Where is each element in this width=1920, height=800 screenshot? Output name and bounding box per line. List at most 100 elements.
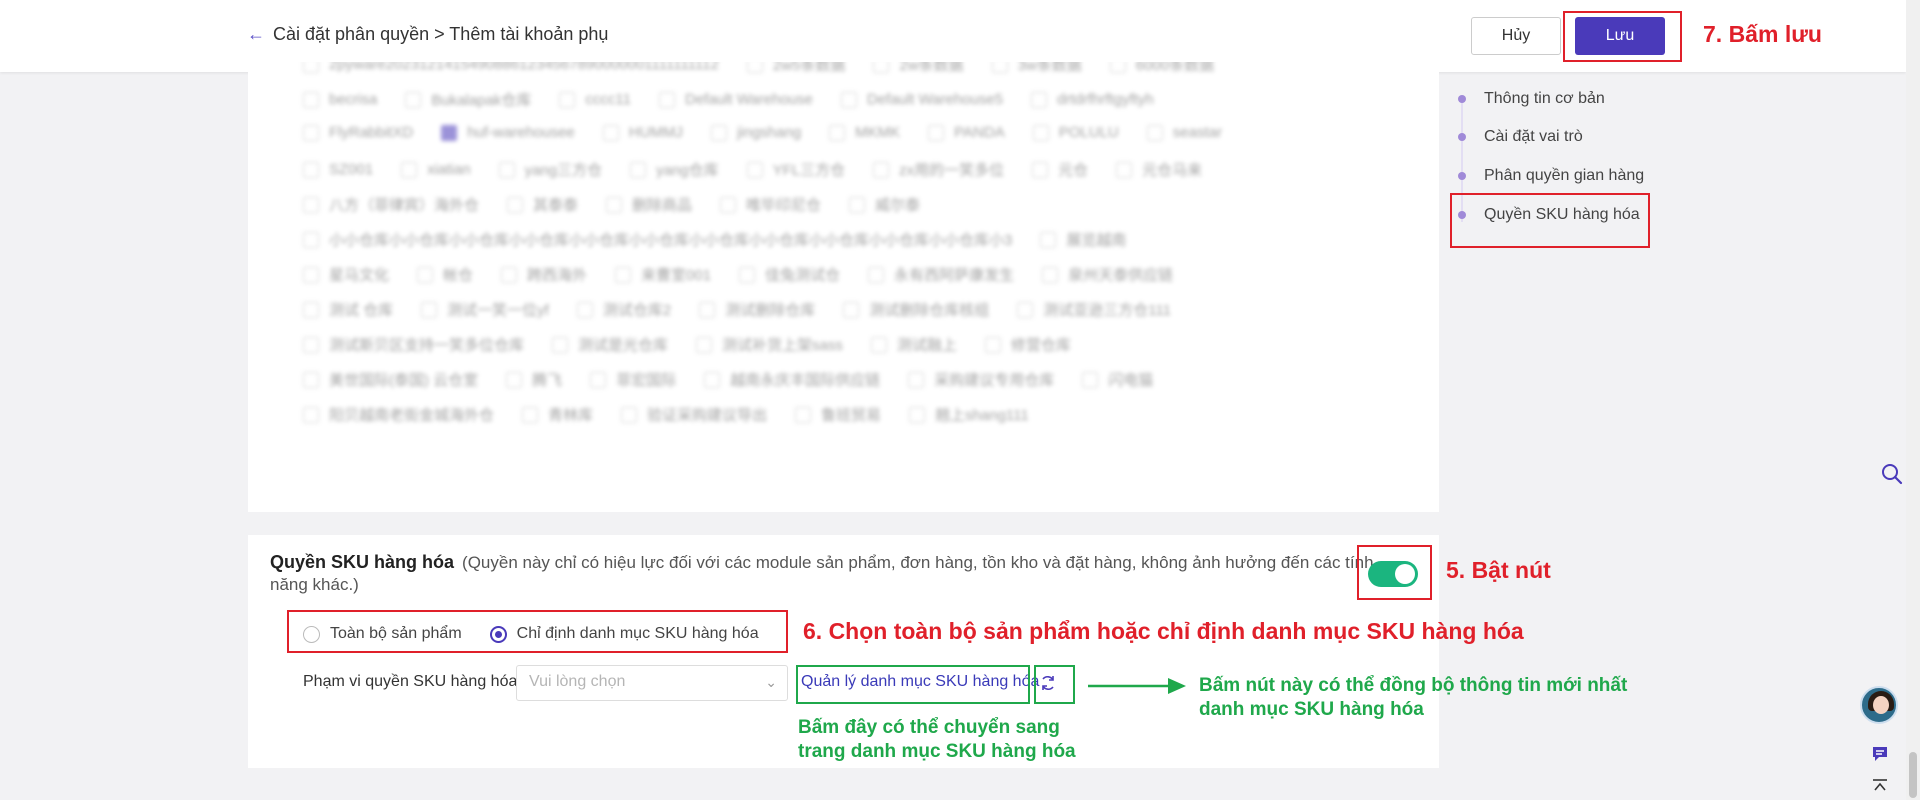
warehouse-checkbox[interactable] [746, 161, 763, 178]
warehouse-checkbox[interactable] [552, 336, 569, 353]
warehouse-checkbox[interactable] [303, 91, 319, 108]
step-role-settings[interactable]: Cài đặt vai trò [1455, 128, 1583, 146]
warehouse-checkbox-item[interactable]: 小小仓库小小仓库小小仓库小小仓库小小仓库小小仓库小小仓库小小仓库小小仓库小小仓库… [303, 229, 1012, 250]
warehouse-checkbox[interactable] [829, 124, 846, 141]
warehouse-checkbox[interactable] [621, 406, 638, 423]
warehouse-checkbox-item[interactable]: 采购建议专用仓库 [908, 369, 1054, 390]
breadcrumb[interactable]: ← Cài đặt phân quyền > Thêm tài khoản ph… [247, 24, 608, 45]
warehouse-checkbox[interactable] [498, 161, 515, 178]
warehouse-checkbox[interactable] [704, 371, 721, 388]
warehouse-checkbox[interactable] [870, 336, 887, 353]
warehouse-checkbox[interactable] [873, 161, 890, 178]
warehouse-checkbox[interactable] [1032, 124, 1049, 141]
warehouse-checkbox[interactable] [421, 301, 438, 318]
warehouse-checkbox[interactable] [507, 196, 524, 213]
warehouse-checkbox-item[interactable]: 测试仓库2 [576, 299, 671, 320]
warehouse-checkbox-item[interactable]: 翘上shang111 [909, 404, 1029, 425]
warehouse-checkbox[interactable] [991, 62, 1008, 73]
warehouse-checkbox[interactable] [559, 91, 576, 108]
warehouse-checkbox-item[interactable]: POLULU [1032, 124, 1119, 141]
warehouse-checkbox[interactable] [602, 124, 619, 141]
warehouse-checkbox-item[interactable]: 测试补货上架sass [696, 334, 843, 355]
warehouse-checkbox-item[interactable]: 测试斯贝区支持一笑多位仓库 [303, 334, 524, 355]
warehouse-checkbox-item[interactable]: MKMK [829, 124, 900, 141]
warehouse-checkbox[interactable] [739, 266, 756, 283]
warehouse-checkbox[interactable] [840, 91, 857, 108]
warehouse-checkbox-item[interactable]: 2w条数据 [873, 62, 964, 75]
warehouse-checkbox[interactable] [501, 266, 518, 283]
warehouse-checkbox[interactable] [843, 301, 860, 318]
warehouse-checkbox-item[interactable]: FlyRabbitXD [303, 124, 413, 141]
warehouse-checkbox-item[interactable]: 其泰泰 [507, 194, 578, 215]
warehouse-checkbox[interactable] [417, 266, 434, 283]
back-to-top-icon[interactable] [1870, 778, 1890, 797]
warehouse-checkbox[interactable] [606, 196, 623, 213]
warehouse-checkbox[interactable] [303, 231, 319, 248]
warehouse-checkbox[interactable] [405, 91, 422, 108]
warehouse-checkbox-item[interactable]: 测试亚逊三方仓111 [1017, 299, 1171, 320]
warehouse-checkbox-item[interactable]: zx用的一笑多位 [873, 159, 1004, 180]
warehouse-checkbox-item[interactable]: yang仓库 [630, 159, 719, 180]
warehouse-checkbox-item[interactable]: 删除商品 [606, 194, 692, 215]
warehouse-checkbox[interactable] [659, 91, 675, 108]
warehouse-checkbox-item[interactable]: 来曹室001 [615, 264, 711, 285]
warehouse-checkbox[interactable] [303, 124, 319, 141]
warehouse-checkbox[interactable] [303, 371, 319, 388]
warehouse-checkbox[interactable] [303, 406, 319, 423]
warehouse-checkbox[interactable] [720, 196, 737, 213]
warehouse-checkbox-item[interactable]: 永有西阿萨康发生 [868, 264, 1014, 285]
warehouse-checkbox-item[interactable]: 3w条数据 [991, 62, 1082, 75]
warehouse-checkbox-item[interactable]: 测试删除仓库核组 [843, 299, 989, 320]
warehouse-checkbox[interactable] [928, 124, 945, 141]
warehouse-checkbox-item[interactable]: 腾飞 [506, 369, 562, 390]
warehouse-checkbox[interactable] [303, 196, 319, 213]
warehouse-checkbox-item[interactable]: 元仓 [1032, 159, 1088, 180]
warehouse-checkbox[interactable] [909, 406, 926, 423]
cancel-button[interactable]: Hủy [1471, 17, 1561, 55]
warehouse-checkbox-item[interactable]: Bukalapak仓库 [405, 89, 531, 110]
warehouse-checkbox[interactable] [696, 336, 713, 353]
warehouse-checkbox[interactable] [873, 62, 890, 73]
warehouse-checkbox[interactable] [303, 62, 319, 73]
warehouse-checkbox-item[interactable]: 帐仓 [417, 264, 473, 285]
warehouse-checkbox[interactable] [590, 371, 607, 388]
scroll-thumb[interactable] [1909, 752, 1917, 798]
warehouse-checkbox-item[interactable]: 越南永庆丰国际供应链 [704, 369, 880, 390]
warehouse-checkbox[interactable] [868, 266, 885, 283]
warehouse-checkbox[interactable] [615, 266, 632, 283]
warehouse-checkbox-item[interactable]: 美世国际(泰国) 云仓室 [303, 369, 478, 390]
warehouse-checkbox-item[interactable]: 2pyware202312141549088612345678900000011… [303, 62, 719, 73]
warehouse-checkbox-item[interactable]: 6000条数据 [1109, 62, 1214, 75]
warehouse-checkbox-item[interactable]: jingshang [710, 124, 801, 141]
warehouse-checkbox-item[interactable]: 元仓马来 [1116, 159, 1202, 180]
warehouse-checkbox-item[interactable]: 鲁班贸易 [795, 404, 881, 425]
warehouse-checkbox[interactable] [746, 62, 763, 73]
sync-icon[interactable] [1038, 673, 1058, 693]
warehouse-checkbox[interactable] [401, 161, 418, 178]
warehouse-checkbox-item[interactable]: 星马文化 [303, 264, 389, 285]
warehouse-checkbox[interactable] [303, 266, 319, 283]
warehouse-checkbox-item[interactable]: 测试 仓库 [303, 299, 393, 320]
warehouse-checkbox[interactable] [1109, 62, 1126, 73]
warehouse-checkbox-item[interactable]: huf-warehousee [441, 124, 575, 141]
warehouse-checkbox-item[interactable]: 威尔泰 [849, 194, 920, 215]
warehouse-checkbox-item[interactable]: seastar [1146, 124, 1222, 141]
step-basic-info[interactable]: Thông tin cơ bản [1455, 90, 1605, 108]
warehouse-checkbox-item[interactable]: 测试融上 [870, 334, 957, 355]
warehouse-checkbox[interactable] [1082, 371, 1099, 388]
warehouse-checkbox[interactable] [849, 196, 866, 213]
warehouse-checkbox[interactable] [630, 161, 647, 178]
warehouse-checkbox-item[interactable]: 菲宏国际 [590, 369, 676, 390]
warehouse-checkbox-item[interactable]: HUMMJ [602, 124, 683, 141]
warehouse-checkbox-item[interactable]: 修营仓库 [984, 334, 1071, 355]
warehouse-checkbox-item[interactable]: YFL三方仓 [746, 159, 845, 180]
warehouse-checkbox[interactable] [1116, 161, 1133, 178]
warehouse-checkbox[interactable] [441, 124, 458, 141]
warehouse-checkbox[interactable] [576, 301, 593, 318]
warehouse-checkbox-item[interactable]: Default Warehouse5 [840, 91, 1003, 108]
warehouse-checkbox[interactable] [1146, 124, 1163, 141]
warehouse-checkbox[interactable] [984, 336, 1001, 353]
warehouse-checkbox-item[interactable]: cccc11 [559, 91, 631, 108]
back-arrow-icon[interactable]: ← [247, 24, 265, 45]
chat-icon[interactable] [1870, 744, 1890, 769]
